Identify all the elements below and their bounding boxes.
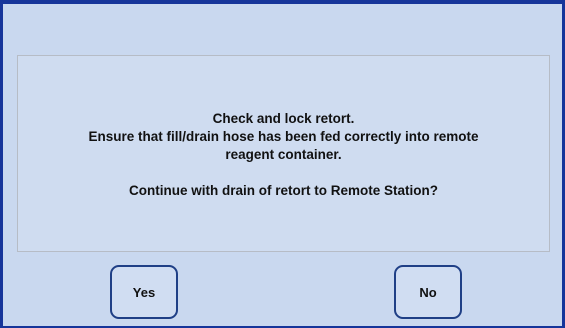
message-line-3: reagent container. <box>225 147 342 162</box>
yes-button[interactable]: Yes <box>110 265 178 319</box>
message-text: Check and lock retort. Ensure that fill/… <box>18 110 549 200</box>
message-question: Continue with drain of retort to Remote … <box>129 183 438 198</box>
yes-button-label: Yes <box>132 284 156 300</box>
message-panel: Check and lock retort. Ensure that fill/… <box>17 55 550 252</box>
message-spacer <box>18 164 549 182</box>
message-line-2: Ensure that fill/drain hose has been fed… <box>88 129 479 144</box>
confirmation-dialog: Check and lock retort. Ensure that fill/… <box>0 0 565 328</box>
no-button[interactable]: No <box>394 265 462 319</box>
message-line-1: Check and lock retort. <box>212 111 355 126</box>
no-button-label: No <box>419 284 437 300</box>
